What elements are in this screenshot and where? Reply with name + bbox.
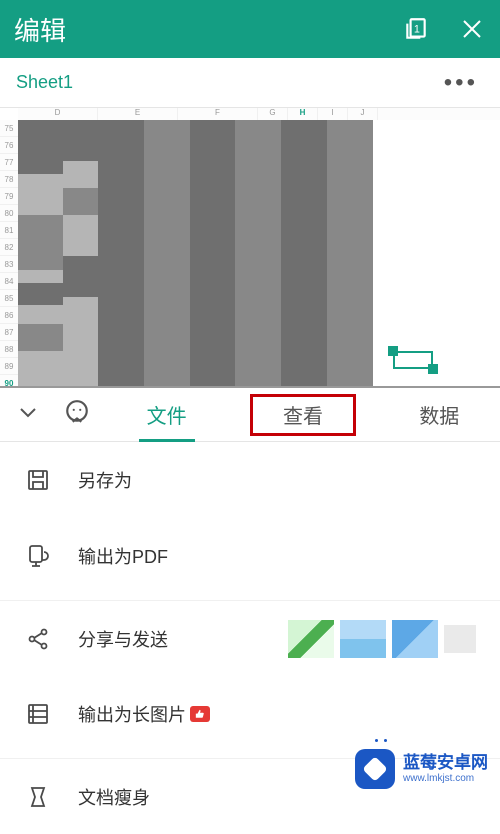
column-headers: D E F G H I J (18, 108, 500, 120)
svg-text:1: 1 (414, 23, 420, 35)
share-icon (24, 625, 52, 653)
spreadsheet-area[interactable]: D E F G H I J 75 76 77 78 79 80 81 82 83… (0, 108, 500, 388)
row-header[interactable]: 76 (0, 137, 18, 154)
row-header[interactable]: 89 (0, 358, 18, 375)
row-header[interactable]: 79 (0, 188, 18, 205)
thumb-up-badge (190, 706, 210, 722)
watermark-name: 蓝莓安卓网 (403, 753, 488, 773)
row-header[interactable]: 80 (0, 205, 18, 222)
tab-data[interactable]: 数据 (401, 388, 477, 441)
row-header[interactable]: 87 (0, 324, 18, 341)
row-header[interactable]: 77 (0, 154, 18, 171)
watermark-logo (355, 749, 395, 789)
watermark-url: www.lmkjst.com (403, 773, 488, 785)
row-header[interactable]: 84 (0, 273, 18, 290)
col-header[interactable]: J (348, 108, 378, 120)
item-share[interactable]: 分享与发送 (0, 600, 500, 676)
image-export-icon (24, 700, 52, 728)
row-header[interactable]: 88 (0, 341, 18, 358)
assistant-icon[interactable] (64, 399, 90, 430)
blurred-data-region (18, 120, 373, 388)
pdf-icon (24, 542, 52, 570)
row-header[interactable]: 75 (0, 120, 18, 137)
tab-view[interactable]: 查看 (250, 394, 356, 436)
row-header[interactable]: 85 (0, 290, 18, 307)
share-thumbnails (288, 620, 476, 658)
toolbar-tabs: 文件 查看 数据 (0, 388, 500, 442)
slim-icon (24, 783, 52, 811)
tab-file[interactable]: 文件 (129, 388, 205, 441)
item-label: 输出为长图片 (78, 701, 186, 727)
save-icon (24, 466, 52, 494)
col-header[interactable]: E (98, 108, 178, 120)
col-header[interactable]: G (258, 108, 288, 120)
sheet-tab-bar: Sheet1 ••• (0, 58, 500, 108)
item-label: 输出为PDF (78, 543, 168, 569)
close-icon[interactable] (458, 15, 486, 43)
col-header[interactable]: F (178, 108, 258, 120)
row-header[interactable]: 83 (0, 256, 18, 273)
item-save-as[interactable]: 另存为 (0, 442, 500, 518)
col-header[interactable]: I (318, 108, 348, 120)
header-title: 编辑 (14, 11, 402, 48)
row-headers: 75 76 77 78 79 80 81 82 83 84 85 86 87 8… (0, 120, 18, 388)
item-label: 另存为 (78, 467, 132, 493)
header-actions: 1 (402, 15, 486, 43)
copy-icon[interactable]: 1 (402, 15, 430, 43)
item-export-pdf[interactable]: 输出为PDF (0, 518, 500, 594)
item-export-image[interactable]: 输出为长图片 (0, 676, 500, 752)
row-header[interactable]: 86 (0, 307, 18, 324)
row-header[interactable]: 81 (0, 222, 18, 239)
row-header[interactable]: 82 (0, 239, 18, 256)
col-header[interactable]: D (18, 108, 98, 120)
sheet-tab[interactable]: Sheet1 (16, 72, 444, 93)
item-label: 分享与发送 (78, 626, 168, 652)
collapse-icon[interactable] (16, 400, 40, 429)
item-label: 文档瘦身 (78, 784, 150, 810)
app-header: 编辑 1 (0, 0, 500, 58)
row-header[interactable]: 78 (0, 171, 18, 188)
row-header-active[interactable]: 90 (0, 375, 18, 388)
more-icon[interactable]: ••• (444, 69, 484, 97)
col-header-active[interactable]: H (288, 108, 318, 120)
watermark: 蓝莓安卓网 www.lmkjst.com (355, 749, 488, 789)
